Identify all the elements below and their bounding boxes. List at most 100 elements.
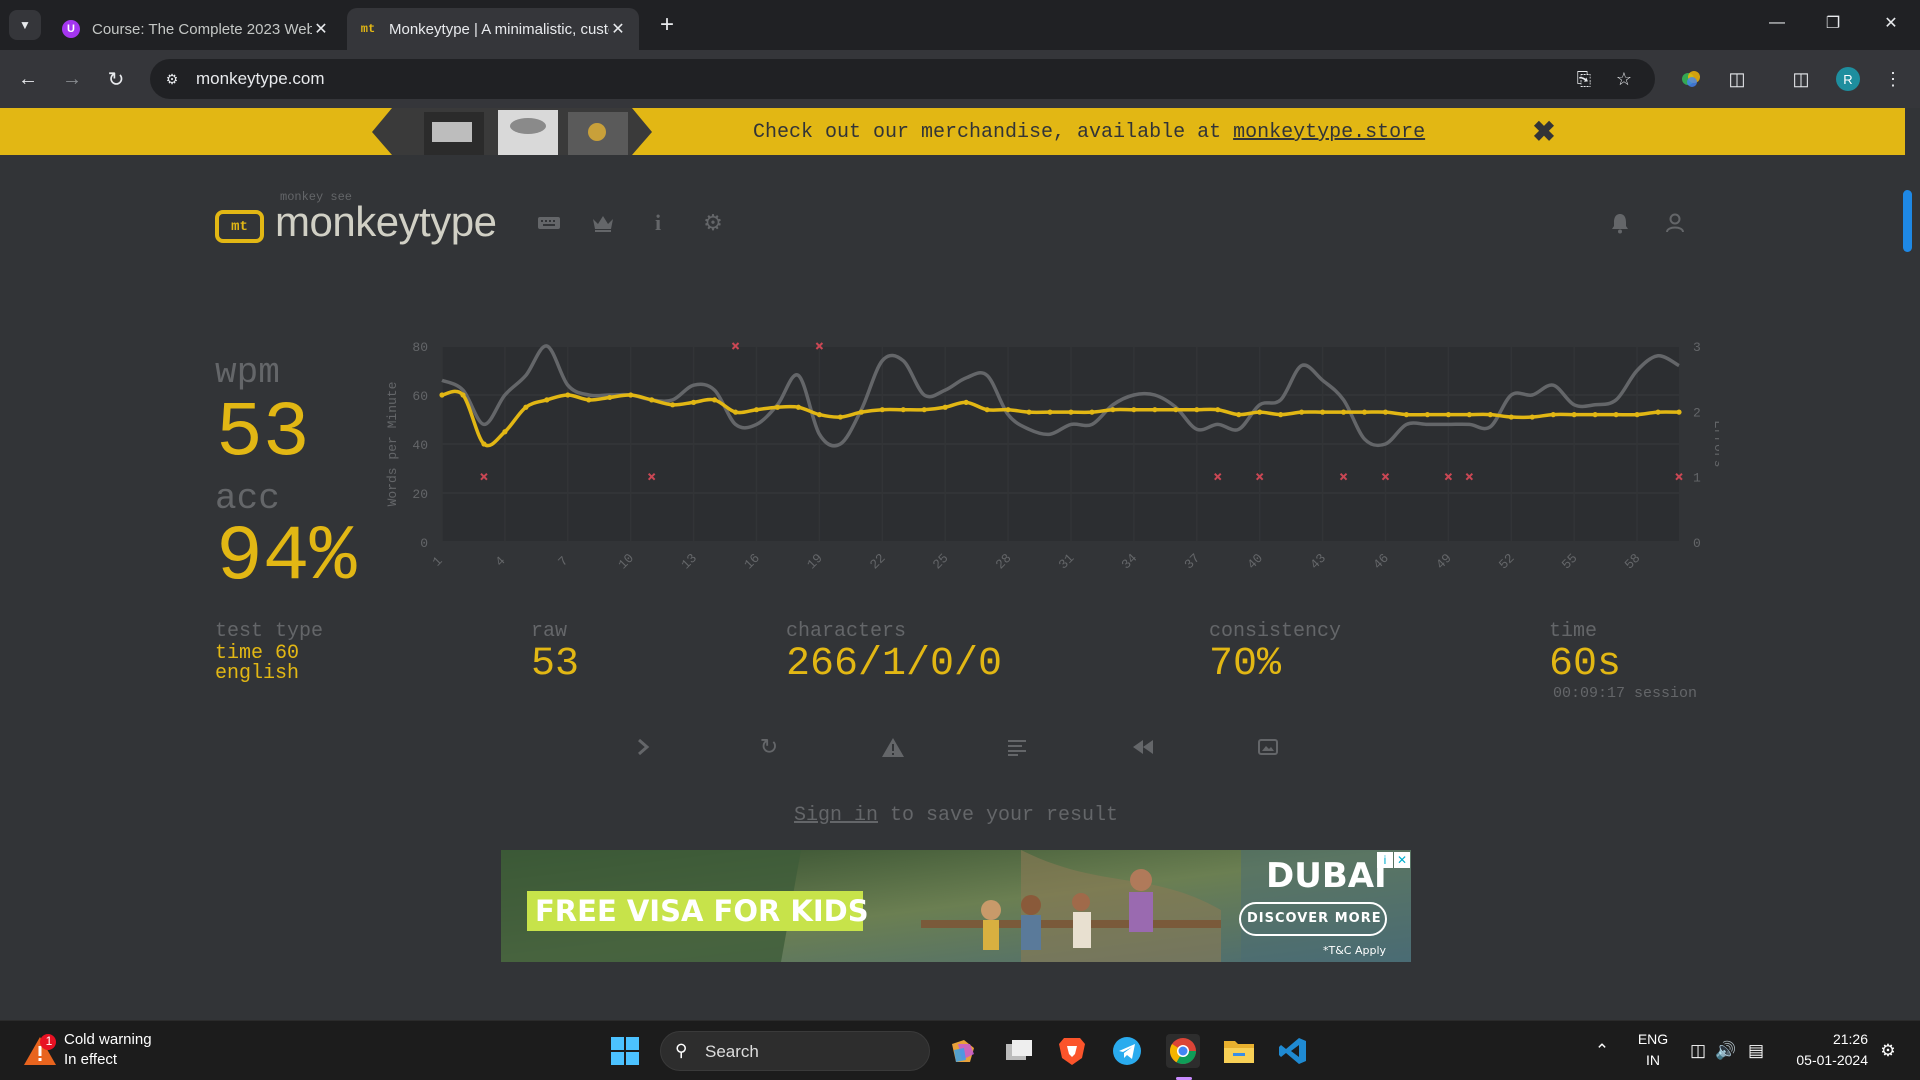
- wpm-point: [1257, 409, 1263, 415]
- weather-subtitle[interactable]: In effect: [64, 1051, 117, 1068]
- wpm-point: [984, 407, 990, 413]
- account-icon[interactable]: [1660, 208, 1690, 238]
- x-tick-label: 43: [1307, 551, 1329, 573]
- replay-button[interactable]: [1126, 730, 1160, 764]
- practice-missed-words-button[interactable]: [876, 730, 910, 764]
- clock-date[interactable]: 05-01-2024: [1778, 1052, 1868, 1068]
- wpm-point: [1676, 409, 1682, 415]
- tab-monkeytype[interactable]: mt Monkeytype | A minimalistic, customiz…: [347, 8, 639, 50]
- wpm-point: [544, 397, 550, 403]
- close-tab-icon[interactable]: ✕: [609, 19, 627, 39]
- wpm-point: [1068, 409, 1074, 415]
- test-type-line1: time 60: [215, 642, 300, 665]
- side-panel-icon[interactable]: ◫: [1788, 66, 1814, 92]
- x-tick-label: 28: [993, 551, 1015, 573]
- back-button[interactable]: ←: [12, 64, 44, 94]
- notification-icon[interactable]: ⚙: [1876, 1039, 1900, 1063]
- screenshot-button[interactable]: [1251, 730, 1285, 764]
- tab-title: Course: The Complete 2023 Web Developmen…: [92, 20, 312, 38]
- keyboard-icon[interactable]: [534, 208, 564, 238]
- wpm-point: [858, 409, 864, 415]
- minimize-button[interactable]: —: [1754, 8, 1800, 38]
- bookmark-star-icon[interactable]: ☆: [1612, 67, 1636, 91]
- bell-icon[interactable]: [1605, 208, 1635, 238]
- copilot-icon[interactable]: [946, 1034, 980, 1068]
- consistency-label: consistency: [1209, 620, 1342, 643]
- address-bar[interactable]: ⚙ monkeytype.com ⎘ ☆: [150, 59, 1655, 99]
- wpm-point: [1194, 407, 1200, 413]
- wpm-point: [607, 394, 613, 401]
- wpm-point: [586, 397, 592, 403]
- crown-icon[interactable]: [588, 208, 618, 238]
- wpm-point: [1592, 412, 1598, 418]
- y2-tick-label: 1: [1693, 471, 1701, 486]
- gear-icon[interactable]: ⚙: [698, 208, 728, 238]
- tab-udemy[interactable]: U Course: The Complete 2023 Web Developm…: [50, 8, 342, 50]
- clock-time[interactable]: 21:26: [1778, 1031, 1868, 1047]
- reload-button[interactable]: ↻: [100, 64, 132, 94]
- brave-browser-icon[interactable]: [1055, 1034, 1089, 1068]
- wpm-point: [690, 399, 697, 405]
- battery-icon[interactable]: ▤: [1744, 1039, 1768, 1063]
- weather-title[interactable]: Cold warning: [64, 1031, 152, 1048]
- search-icon: ⚲: [675, 1041, 688, 1060]
- extensions-puzzle-icon[interactable]: ◫: [1724, 66, 1750, 92]
- wpm-point: [1634, 412, 1640, 418]
- volume-icon[interactable]: 🔊: [1714, 1039, 1738, 1063]
- restart-test-button[interactable]: ↻: [752, 730, 786, 764]
- wpm-point: [1089, 409, 1095, 415]
- extension-color-icon[interactable]: [1678, 66, 1704, 92]
- info-icon[interactable]: i: [643, 208, 673, 238]
- taskbar-search[interactable]: ⚲ Search: [660, 1031, 930, 1071]
- task-view-icon[interactable]: [1002, 1034, 1036, 1068]
- profile-avatar[interactable]: R: [1836, 67, 1860, 91]
- windows-start-icon[interactable]: [608, 1034, 642, 1068]
- more-menu-icon[interactable]: ⋮: [1880, 66, 1906, 92]
- y-tick-label: 0: [420, 536, 428, 551]
- wpm-point: [1236, 412, 1242, 418]
- close-window-button[interactable]: ✕: [1868, 8, 1914, 38]
- wpm-point: [1403, 412, 1410, 418]
- sign-in-link[interactable]: Sign in: [794, 804, 878, 827]
- restore-button[interactable]: ❐: [1810, 8, 1856, 38]
- x-tick-label: 55: [1559, 551, 1581, 573]
- telegram-icon[interactable]: [1110, 1034, 1144, 1068]
- close-tab-icon[interactable]: ✕: [312, 19, 330, 39]
- advertisement[interactable]: FREE VISA FOR KIDS DUBAI DISCOVER MORE *…: [501, 850, 1411, 962]
- language-line2[interactable]: IN: [1633, 1052, 1673, 1068]
- close-icon[interactable]: ✖: [1530, 115, 1558, 147]
- network-icon[interactable]: ◫: [1686, 1039, 1710, 1063]
- x-tick-label: 46: [1370, 551, 1392, 573]
- new-tab-button[interactable]: +: [652, 10, 682, 40]
- monkeytype-favicon-icon: mt: [360, 22, 376, 36]
- logo-text: monkeytype: [275, 198, 497, 245]
- store-link[interactable]: monkeytype.store: [1233, 121, 1425, 144]
- wpm-point: [649, 397, 655, 403]
- ad-info-icon[interactable]: i: [1377, 852, 1393, 868]
- wpm-point: [1152, 407, 1158, 413]
- y2-tick-label: 2: [1693, 405, 1701, 420]
- forward-button[interactable]: →: [56, 64, 88, 94]
- language-line1[interactable]: ENG: [1633, 1031, 1673, 1047]
- url-text[interactable]: monkeytype.com: [196, 69, 325, 89]
- wpm-point: [921, 407, 927, 413]
- chevron-up-icon[interactable]: ⌃: [1590, 1039, 1614, 1063]
- install-app-icon[interactable]: ⎘: [1572, 67, 1596, 91]
- sign-in-prompt: Sign in to save your result: [794, 804, 1118, 827]
- wpm-point: [1026, 409, 1032, 415]
- wpm-label: wpm: [215, 352, 280, 393]
- windows-taskbar: 1 Cold warning In effect ⚲ Search ⌃ ENG …: [0, 1020, 1920, 1080]
- chrome-icon[interactable]: [1166, 1034, 1200, 1068]
- next-test-button[interactable]: [626, 730, 660, 764]
- wpm-point: [711, 397, 718, 403]
- wpm-point: [523, 404, 529, 410]
- scrollbar-thumb[interactable]: [1903, 190, 1912, 252]
- ad-close-icon[interactable]: ✕: [1394, 852, 1410, 868]
- file-explorer-icon[interactable]: [1222, 1034, 1256, 1068]
- y-tick-label: 60: [412, 389, 428, 404]
- vscode-icon[interactable]: [1276, 1034, 1310, 1068]
- word-history-button[interactable]: [1000, 730, 1034, 764]
- acc-value: 94%: [216, 514, 357, 602]
- site-info-icon[interactable]: ⚙: [162, 69, 182, 89]
- tab-search-button[interactable]: ▼: [9, 10, 41, 40]
